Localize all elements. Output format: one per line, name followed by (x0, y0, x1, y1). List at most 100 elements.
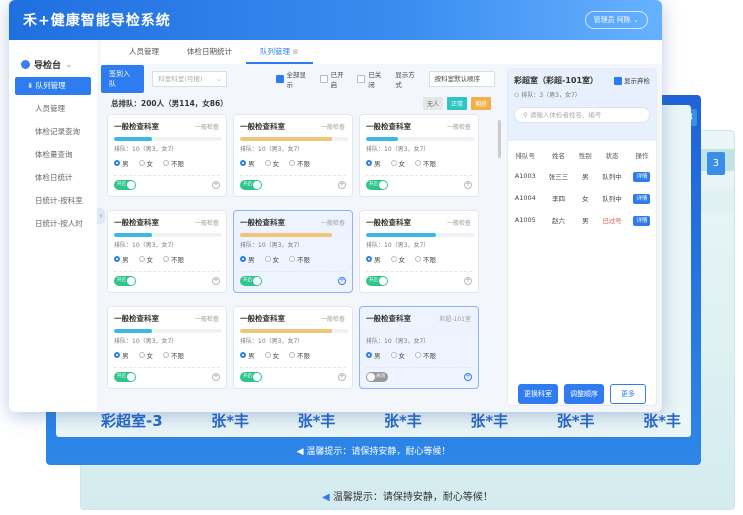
radio-option[interactable]: 女 (264, 350, 279, 360)
sign-in-queue-button[interactable]: 签到入队 (101, 65, 145, 93)
sidebar-item-0[interactable]: ⇟ 队列管理 (15, 77, 91, 95)
add-icon[interactable]: + (464, 373, 472, 381)
tab-people[interactable]: 人员管理 (115, 40, 173, 64)
department-card[interactable]: 一般检查科室 一般检查 排队：10（男3，女7） 男女不限 开启 + (107, 210, 227, 293)
radio-option[interactable]: 女 (138, 158, 153, 168)
show-abandoned-toggle[interactable]: 显示弃检 (613, 75, 650, 86)
radio-option[interactable]: 男 (366, 158, 381, 168)
radio-option[interactable]: 不限 (289, 254, 310, 264)
gender-radio-group: 男 女 不限 (114, 254, 220, 264)
change-department-button[interactable]: 更换科室 (518, 384, 558, 404)
radio-option[interactable]: 男 (240, 254, 255, 264)
radio-dot (163, 160, 169, 166)
bg-room-name: 彩超室-3 (101, 412, 163, 430)
sidebar-item-6[interactable]: 日统计-按人时 (15, 215, 91, 233)
radio-option[interactable]: 男 (240, 158, 255, 168)
card-queue-count: 排队：10（男3，女7） (114, 242, 178, 249)
department-card[interactable]: 一般检查科室 一般检查 排队：10（男3，女7） 男女不限 开启 + (233, 114, 353, 197)
radio-option[interactable]: 不限 (415, 350, 436, 360)
card-status-toggle[interactable]: 开启 (240, 180, 262, 190)
radio-option[interactable]: 不限 (415, 158, 436, 168)
radio-option[interactable]: 男 (114, 350, 129, 360)
add-icon[interactable]: + (212, 277, 220, 285)
card-status-toggle[interactable]: 开启 (366, 276, 388, 286)
card-status-toggle[interactable]: 开启 (240, 276, 262, 286)
tab-date-stats[interactable]: 体检日期统计 (173, 40, 246, 64)
radio-option[interactable]: 女 (138, 350, 153, 360)
adjust-order-button[interactable]: 调整顺序 (564, 384, 604, 404)
radio-option[interactable]: 男 (114, 158, 129, 168)
radio-dot (114, 160, 120, 166)
radio-option[interactable]: 男 (240, 350, 255, 360)
card-footer: 开启 + (114, 367, 220, 382)
add-icon[interactable]: + (464, 277, 472, 285)
radio-option[interactable]: 女 (264, 254, 279, 264)
checkbox-opened[interactable]: 已开启 (319, 69, 350, 89)
card-status-toggle[interactable]: 开启 (240, 372, 262, 382)
department-card[interactable]: 一般检查科室 一般检查 排队：10（男3，女7） 男女不限 开启 + (233, 306, 353, 389)
add-icon[interactable]: + (338, 373, 346, 381)
sidebar-item-2[interactable]: 体检记录查询 (15, 123, 91, 141)
radio-option[interactable]: 男 (114, 254, 129, 264)
display-mode-text: 显示方式 (395, 71, 415, 89)
department-card[interactable]: 一般检查科室 一般检查 排队：10（男3，女7） 男女不限 开启 + (107, 114, 227, 197)
card-status-toggle[interactable]: 开启 (114, 276, 136, 286)
patient-search-input[interactable]: ⚲ 请输入体检者姓名、编号 (514, 107, 650, 123)
display-mode-select[interactable]: 按科室默认顺序 (428, 71, 496, 87)
add-icon[interactable]: + (212, 373, 220, 381)
radio-option[interactable]: 女 (264, 158, 279, 168)
grid-scrollbar[interactable] (498, 120, 501, 158)
tab-queue[interactable]: 队列管理 ⊗ (246, 40, 313, 64)
add-icon[interactable]: + (338, 181, 346, 189)
department-select[interactable]: 科室科室(可搜) ⌄ (152, 71, 227, 87)
sidebar-item-1[interactable]: 人员管理 (15, 100, 91, 118)
sidebar-item-label: 体检记录查询 (35, 127, 80, 136)
radio-option[interactable]: 男 (366, 254, 381, 264)
radio-option[interactable]: 女 (138, 254, 153, 264)
radio-option[interactable]: 不限 (415, 254, 436, 264)
more-button[interactable]: 更多 (610, 384, 646, 404)
panel-title: 彩超室（彩超-101室） (514, 76, 599, 85)
checkbox-show-all[interactable]: 全部显示 (275, 69, 312, 89)
card-status-toggle[interactable]: 开启 (366, 180, 388, 190)
radio-option[interactable]: 不限 (163, 158, 184, 168)
radio-option[interactable]: 不限 (289, 158, 310, 168)
add-icon[interactable]: + (338, 277, 346, 285)
radio-option[interactable]: 女 (390, 158, 405, 168)
sidebar-item-5[interactable]: 日统计-按科室 (15, 192, 91, 210)
sidebar-item-4[interactable]: 体检日统计 (15, 169, 91, 187)
card-status-toggle[interactable]: 开启 (114, 180, 136, 190)
radio-label: 男 (248, 352, 255, 360)
detail-button[interactable]: 详情 (633, 194, 651, 204)
add-icon[interactable]: + (464, 181, 472, 189)
detail-button[interactable]: 详情 (633, 172, 651, 182)
radio-option[interactable]: 不限 (163, 254, 184, 264)
radio-option[interactable]: 女 (390, 350, 405, 360)
radio-option[interactable]: 不限 (289, 350, 310, 360)
gender-radio-group: 男 女 不限 (366, 254, 472, 264)
department-card[interactable]: 一般检查科室 一般检查 排队：10（男3，女7） 男女不限 开启 + (359, 210, 479, 293)
radio-option[interactable]: 男 (366, 350, 381, 360)
card-status-toggle[interactable]: 关闭 (366, 372, 388, 382)
speaker-icon: ◀ (296, 447, 304, 457)
patient-status: 队列中 (602, 173, 622, 181)
card-footer: 开启 + (114, 175, 220, 190)
card-status-toggle[interactable]: 开启 (114, 372, 136, 382)
sidebar-header[interactable]: 导检台 ⌄ (9, 40, 97, 77)
department-card[interactable]: 一般检查科室 一般检查 排队：10（男3，女7） 男女不限 开启 + (107, 306, 227, 389)
department-card[interactable]: 一般检查科室 一般检查 排队：10（男3，女7） 男女不限 开启 + (233, 210, 353, 293)
radio-option[interactable]: 女 (390, 254, 405, 264)
panel-buttons: 更换科室 调整顺序 更多 (507, 384, 657, 404)
detail-button[interactable]: 详情 (633, 216, 651, 226)
user-menu-button[interactable]: 管理员 阿陈 ⌄ (584, 11, 648, 29)
radio-label: 男 (248, 160, 255, 168)
department-card[interactable]: 一般检查科室 一般检查 排队：10（男3，女7） 男女不限 开启 + (359, 114, 479, 197)
sidebar-item-3[interactable]: 体检量查询 (15, 146, 91, 164)
patient-sex: 女 (581, 195, 589, 203)
checkbox-closed[interactable]: 已关闭 (357, 69, 387, 89)
sidebar-item-label: 人员管理 (35, 104, 65, 113)
add-icon[interactable]: + (212, 181, 220, 189)
radio-option[interactable]: 不限 (163, 350, 184, 360)
close-tab-icon[interactable]: ⊗ (292, 47, 298, 56)
department-card[interactable]: 一般检查科室 彩超-101室 排队：10（男3，女7） 男女不限 关闭 + (359, 306, 479, 389)
